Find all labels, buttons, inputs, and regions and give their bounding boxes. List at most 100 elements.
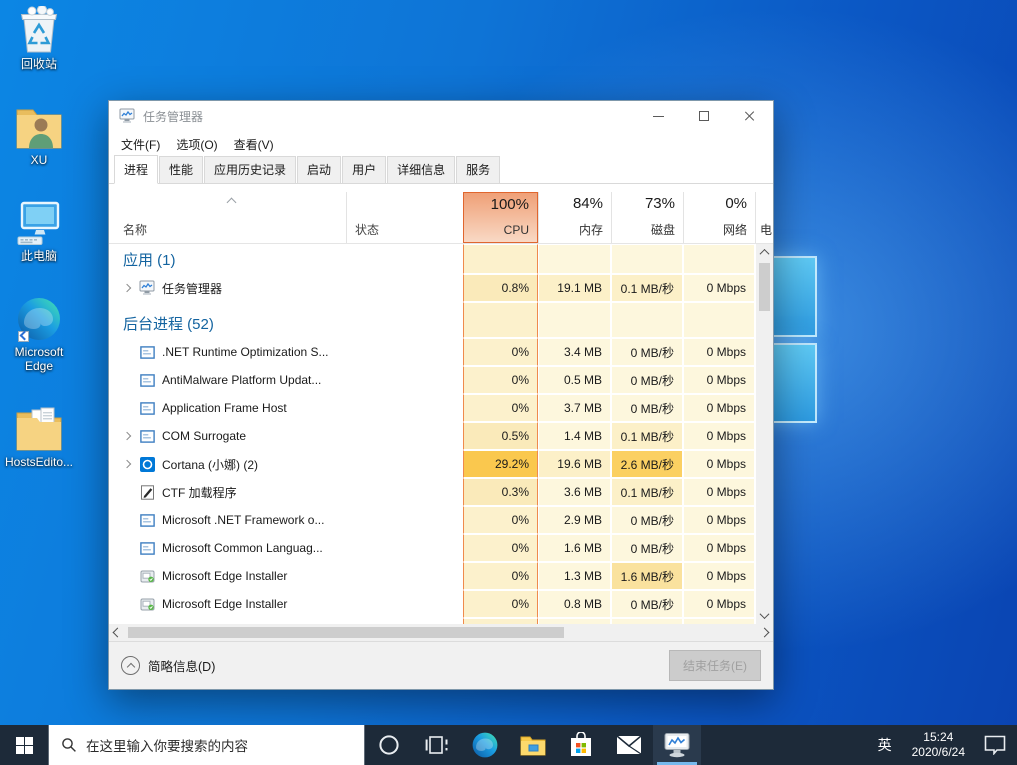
tab-2[interactable]: 应用历史记录 (204, 156, 296, 183)
disk-usage-cell: 0 MB/秒 (611, 366, 683, 394)
menu-item-0[interactable]: 文件(F) (113, 132, 168, 157)
process-name: Microsoft Common Languag... (162, 541, 323, 555)
scroll-up-button[interactable] (756, 244, 773, 261)
process-row[interactable]: CTF 加载程序0.3%3.6 MB0.1 MB/秒0 Mbps (109, 478, 756, 506)
start-button[interactable] (0, 725, 48, 765)
scroll-left-button[interactable] (109, 624, 126, 641)
generic-window-icon (139, 512, 155, 528)
mem-usage-cell: 1.6 MB (538, 534, 611, 562)
mem-usage-cell: 19.1 MB (538, 274, 611, 302)
desktop-icon-hosts-editor[interactable]: HostsEdito... (6, 404, 72, 469)
process-row[interactable]: COM Surrogate0.5%1.4 MB0.1 MB/秒0 Mbps (109, 422, 756, 450)
status-cell (346, 478, 463, 506)
scroll-right-button[interactable] (756, 624, 773, 641)
tab-strip: 进程性能应用历史记录启动用户详细信息服务 (109, 157, 773, 184)
generic-window-icon (139, 428, 155, 444)
process-row[interactable]: AntiMalware Platform Updat...0%0.5 MB0 M… (109, 366, 756, 394)
taskbar-clock[interactable]: 15:24 2020/6/24 (904, 730, 973, 760)
tab-0[interactable]: 进程 (114, 155, 158, 184)
status-cell (346, 562, 463, 590)
disk-usage-cell (611, 244, 683, 274)
status-cell (346, 534, 463, 562)
task-manager-taskbar-button[interactable] (653, 725, 701, 765)
process-row[interactable]: 任务管理器0.8%19.1 MB0.1 MB/秒0 Mbps (109, 274, 756, 302)
menu-item-2[interactable]: 查看(V) (226, 132, 282, 157)
column-header-disk[interactable]: 73% 磁盘 (611, 192, 683, 243)
column-header-network[interactable]: 0% 网络 (683, 192, 755, 243)
desktop-icon-this-pc[interactable]: 此电脑 (6, 198, 72, 263)
status-cell (346, 302, 463, 338)
end-task-button[interactable]: 结束任务(E) (669, 650, 761, 681)
tab-3[interactable]: 启动 (297, 156, 341, 183)
column-header-status[interactable]: 状态 (346, 192, 463, 243)
fewer-details-toggle[interactable]: 简略信息(D) (121, 656, 215, 675)
column-header-name[interactable]: 名称 (109, 192, 346, 243)
task-view-button[interactable] (413, 725, 461, 765)
maximize-button[interactable] (681, 101, 727, 131)
disk-usage-cell: 0 MB/秒 (611, 394, 683, 422)
process-name: Application Frame Host (162, 401, 287, 415)
column-status-label: 状态 (355, 221, 379, 238)
language-indicator[interactable]: 英 (866, 725, 904, 765)
process-name: CTF 加载程序 (162, 484, 237, 501)
folder-icon (520, 734, 546, 756)
process-row[interactable]: Microsoft .NET Framework o...0%2.9 MB0 M… (109, 506, 756, 534)
disk-usage-cell: 0 MB/秒 (611, 534, 683, 562)
process-row[interactable]: Cortana (小娜) (2)29.2%19.6 MB2.6 MB/秒0 Mb… (109, 450, 756, 478)
user-folder-icon (15, 102, 63, 150)
vertical-scrollbar-thumb[interactable] (759, 263, 770, 311)
process-row[interactable]: Microsoft Edge Installer0%1.3 MB1.6 MB/秒… (109, 562, 756, 590)
minimize-button[interactable] (635, 101, 681, 131)
horizontal-scrollbar-thumb[interactable] (128, 627, 564, 638)
horizontal-scrollbar[interactable] (109, 624, 773, 641)
disk-usage-cell: 0 MB/秒 (611, 506, 683, 534)
generic-window-icon (139, 400, 155, 416)
desktop-icon-recycle-bin[interactable]: 回收站 (6, 6, 72, 71)
cortana-button[interactable] (365, 725, 413, 765)
system-tray: 英 15:24 2020/6/24 (866, 725, 1017, 765)
tab-1[interactable]: 性能 (159, 156, 203, 183)
process-row[interactable]: Microsoft Edge Installer0%0.8 MB0 MB/秒0 … (109, 590, 756, 618)
desktop-icon-user-folder-xu[interactable]: XU (6, 102, 72, 167)
close-button[interactable] (727, 101, 773, 131)
process-name: AntiMalware Platform Updat... (162, 373, 321, 387)
column-header-memory[interactable]: 84% 内存 (538, 192, 611, 243)
network-total-percent: 0% (725, 195, 747, 212)
cpu-usage-cell (463, 302, 538, 338)
process-row[interactable]: .NET Runtime Optimization S...0%3.4 MB0 … (109, 338, 756, 366)
network-column-label: 网络 (723, 221, 747, 238)
tab-5[interactable]: 详细信息 (387, 156, 455, 183)
disk-usage-cell: 0.1 MB/秒 (611, 274, 683, 302)
process-name: .NET Runtime Optimization S... (162, 345, 329, 359)
process-row[interactable]: Application Frame Host0%3.7 MB0 MB/秒0 Mb… (109, 394, 756, 422)
mail-envelope-icon (616, 735, 642, 755)
status-cell (346, 338, 463, 366)
edge-taskbar-button[interactable] (461, 725, 509, 765)
status-cell (346, 244, 463, 274)
menu-item-1[interactable]: 选项(O) (168, 132, 225, 157)
scroll-down-button[interactable] (756, 607, 773, 624)
vertical-scrollbar[interactable] (756, 244, 773, 624)
group-header-row[interactable]: 应用 (1) (109, 244, 756, 274)
disk-usage-cell: 2.6 MB/秒 (611, 450, 683, 478)
disk-total-percent: 73% (645, 195, 675, 212)
title-bar[interactable]: 任务管理器 (109, 101, 773, 131)
cpu-usage-cell: 0% (463, 590, 538, 618)
status-cell (346, 506, 463, 534)
action-center-button[interactable] (973, 735, 1017, 755)
taskbar-search-input[interactable]: 在这里输入你要搜索的内容 (48, 725, 365, 765)
mail-button[interactable] (605, 725, 653, 765)
column-header-cpu[interactable]: 100% CPU (463, 192, 538, 243)
action-center-icon (984, 735, 1006, 755)
store-button[interactable] (557, 725, 605, 765)
sort-ascending-icon (228, 197, 236, 205)
windows-logo-icon (16, 737, 33, 754)
mem-usage-cell: 3.4 MB (538, 338, 611, 366)
file-explorer-button[interactable] (509, 725, 557, 765)
tab-4[interactable]: 用户 (342, 156, 386, 183)
process-row[interactable]: Microsoft Common Languag...0%1.6 MB0 MB/… (109, 534, 756, 562)
desktop-icon-microsoft-edge[interactable]: Microsoft Edge (6, 294, 72, 373)
group-header-row[interactable]: 后台进程 (52) (109, 302, 756, 338)
tab-6[interactable]: 服务 (456, 156, 500, 183)
column-header-power[interactable]: 电 (755, 192, 773, 243)
